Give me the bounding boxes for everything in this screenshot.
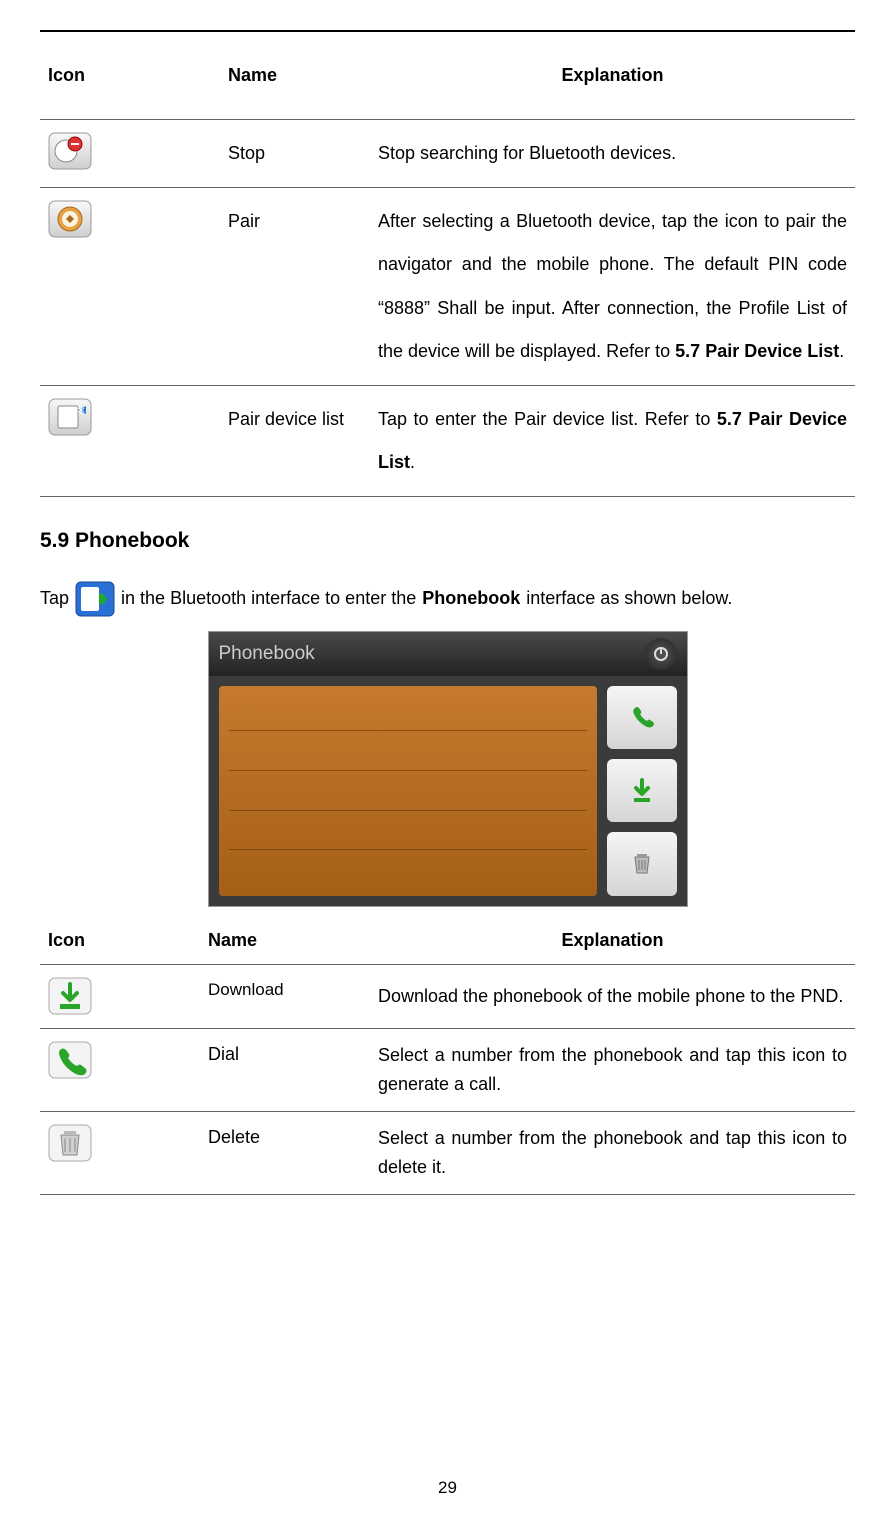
- phonebook-list-area: [219, 686, 597, 896]
- row-name: Download: [200, 964, 370, 1029]
- page-top-rule: [40, 30, 855, 32]
- screenshot-dial-button: [607, 686, 677, 749]
- row-name: Dial: [200, 1029, 370, 1112]
- phonebook-app-icon: [75, 581, 115, 617]
- delete-icon: [48, 1124, 92, 1162]
- table-row: Download Download the phonebook of the m…: [40, 964, 855, 1029]
- phonebook-screenshot: Phonebook: [208, 631, 688, 907]
- phonebook-icons-table: Icon Name Explanation Download Download …: [40, 917, 855, 1195]
- table-row: Pair device list Tap to enter the Pair d…: [40, 385, 855, 496]
- table-row: Dial Select a number from the phonebook …: [40, 1029, 855, 1112]
- table1-header-name: Name: [220, 52, 370, 120]
- page-number: 29: [40, 1475, 855, 1501]
- dial-icon: [48, 1041, 92, 1079]
- table2-header-name: Name: [200, 917, 370, 965]
- bluetooth-icons-table: Icon Name Explanation Stop Stop: [40, 52, 855, 497]
- pair-icon: [48, 200, 92, 238]
- row-explanation: Stop searching for Bluetooth devices.: [370, 120, 855, 188]
- screenshot-title: Phonebook: [219, 640, 315, 669]
- table1-header-explanation: Explanation: [370, 52, 855, 120]
- power-icon: [645, 638, 677, 670]
- row-name: Stop: [220, 120, 370, 188]
- row-name: Pair device list: [220, 385, 370, 496]
- row-explanation: Tap to enter the Pair device list. Refer…: [370, 385, 855, 496]
- row-name: Delete: [200, 1112, 370, 1195]
- table-row: Delete Select a number from the phoneboo…: [40, 1112, 855, 1195]
- row-name: Pair: [220, 188, 370, 386]
- screenshot-download-button: [607, 759, 677, 822]
- row-explanation: Select a number from the phonebook and t…: [370, 1112, 855, 1195]
- pair-device-list-icon: [48, 398, 92, 436]
- screenshot-delete-button: [607, 832, 677, 895]
- download-icon: [48, 977, 92, 1015]
- intro-paragraph: Tap in the Bluetooth interface to enter …: [40, 581, 855, 617]
- table1-header-icon: Icon: [40, 52, 220, 120]
- table-row: Pair After selecting a Bluetooth device,…: [40, 188, 855, 386]
- section-heading: 5.9 Phonebook: [40, 525, 855, 557]
- row-explanation: After selecting a Bluetooth device, tap …: [370, 188, 855, 386]
- table2-header-icon: Icon: [40, 917, 200, 965]
- row-explanation: Download the phonebook of the mobile pho…: [370, 964, 855, 1029]
- table-row: Stop Stop searching for Bluetooth device…: [40, 120, 855, 188]
- row-explanation: Select a number from the phonebook and t…: [370, 1029, 855, 1112]
- stop-icon: [48, 132, 92, 170]
- table2-header-explanation: Explanation: [370, 917, 855, 965]
